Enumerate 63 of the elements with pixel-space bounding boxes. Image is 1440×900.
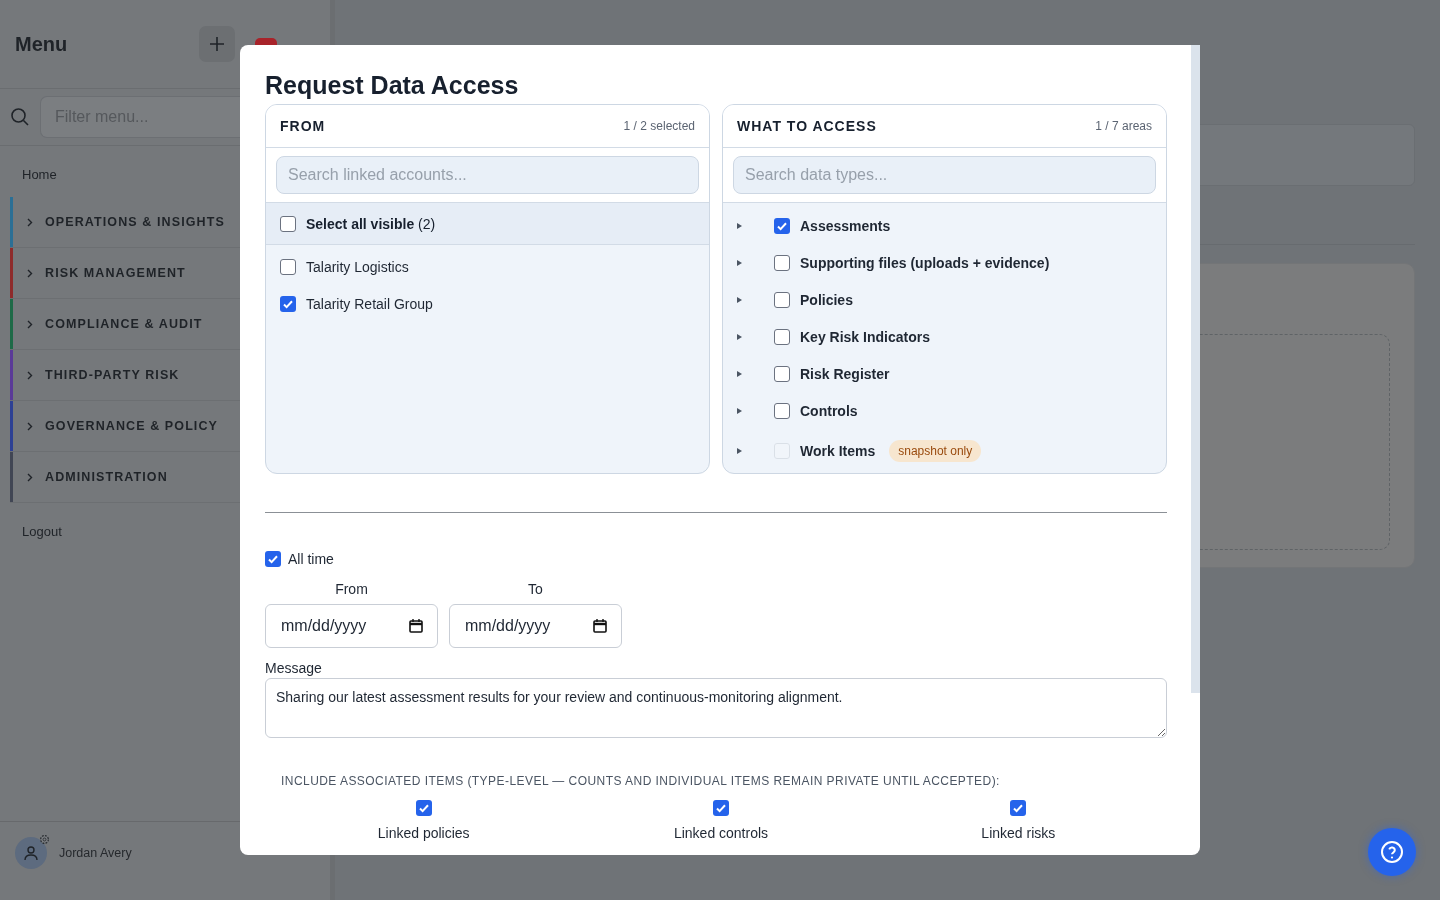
caret-icon[interactable] <box>737 223 742 229</box>
chevron-icon <box>27 268 33 278</box>
selection-count: 1 / 7 areas <box>1095 119 1152 133</box>
calendar-icon[interactable] <box>593 619 607 633</box>
include-checkbox[interactable] <box>713 800 729 816</box>
all-time-checkbox[interactable] <box>265 551 281 567</box>
area-checkbox[interactable] <box>774 403 790 419</box>
all-time-label[interactable]: All time <box>288 551 334 567</box>
account-checkbox[interactable] <box>280 296 296 312</box>
include-checkbox[interactable] <box>1010 800 1027 816</box>
message-field[interactable]: Sharing our latest assessment results for your review and continuous-monitoring alignment. <box>265 678 1167 738</box>
user-avatar[interactable] <box>15 837 47 869</box>
area-checkbox[interactable] <box>774 329 790 345</box>
caret-icon[interactable] <box>737 297 742 303</box>
caret-icon[interactable] <box>737 408 742 414</box>
include-label[interactable]: Linked risks <box>981 825 1056 841</box>
search-icon <box>10 107 30 127</box>
chevron-icon <box>27 217 33 227</box>
area-checkbox[interactable] <box>774 218 790 234</box>
calendar-icon[interactable] <box>409 619 423 633</box>
date-field[interactable]: mm/dd/yyyy <box>265 604 438 648</box>
panel-heading: FROM <box>280 118 326 134</box>
area-label[interactable]: Assessments <box>800 218 891 234</box>
area-checkbox[interactable] <box>774 255 790 271</box>
plus-icon <box>209 36 225 52</box>
area-label[interactable]: Risk Register <box>800 366 890 382</box>
date-label: From <box>335 581 368 597</box>
person-icon <box>23 845 39 861</box>
help-button[interactable] <box>1368 828 1416 876</box>
gear-icon[interactable] <box>39 834 50 845</box>
menu-title: Menu <box>15 32 68 56</box>
caret-icon[interactable] <box>737 334 742 340</box>
area-checkbox[interactable] <box>774 366 790 382</box>
area-label[interactable]: Controls <box>800 403 858 419</box>
caret-icon[interactable] <box>737 371 742 377</box>
area-label[interactable]: Key Risk Indicators <box>800 329 930 345</box>
date-label: To <box>528 581 543 597</box>
caret-icon[interactable] <box>737 448 742 454</box>
include-label[interactable]: Linked policies <box>377 825 470 841</box>
account-checkbox[interactable] <box>280 259 296 275</box>
select-all-checkbox[interactable] <box>280 215 296 232</box>
panel-heading: WHAT TO ACCESS <box>737 118 877 134</box>
snapshot-tag: snapshot only <box>889 440 982 462</box>
include-checkbox[interactable] <box>415 800 432 816</box>
message-label: Message <box>265 660 323 676</box>
include-heading: INCLUDE ASSOCIATED ITEMS (TYPE-LEVEL — COUNTS AND INDIVIDUAL ITEMS REMAIN PRIVATE UNTIL ACCEPTED): <box>280 774 1001 788</box>
selection-count: 1 / 2 selected <box>623 119 695 133</box>
chevron-icon <box>27 319 33 329</box>
add-button[interactable] <box>199 26 235 62</box>
include-label[interactable]: Linked controls <box>673 825 769 841</box>
area-label[interactable]: Supporting files (uploads + evidence) <box>800 255 1050 271</box>
scrollbar[interactable] <box>1191 45 1200 693</box>
caret-icon[interactable] <box>737 260 742 266</box>
help-icon <box>1380 840 1404 864</box>
chevron-icon <box>27 472 33 482</box>
chevron-icon <box>27 421 33 431</box>
search-field[interactable]: Search data types... <box>733 156 1156 194</box>
chevron-icon <box>27 370 33 380</box>
search-field[interactable]: Search linked accounts... <box>276 156 699 194</box>
area-checkbox[interactable] <box>774 292 790 308</box>
user-name: Jordan Avery <box>59 846 132 860</box>
area-label[interactable]: Policies <box>800 292 853 308</box>
date-field[interactable]: mm/dd/yyyy <box>449 604 622 648</box>
